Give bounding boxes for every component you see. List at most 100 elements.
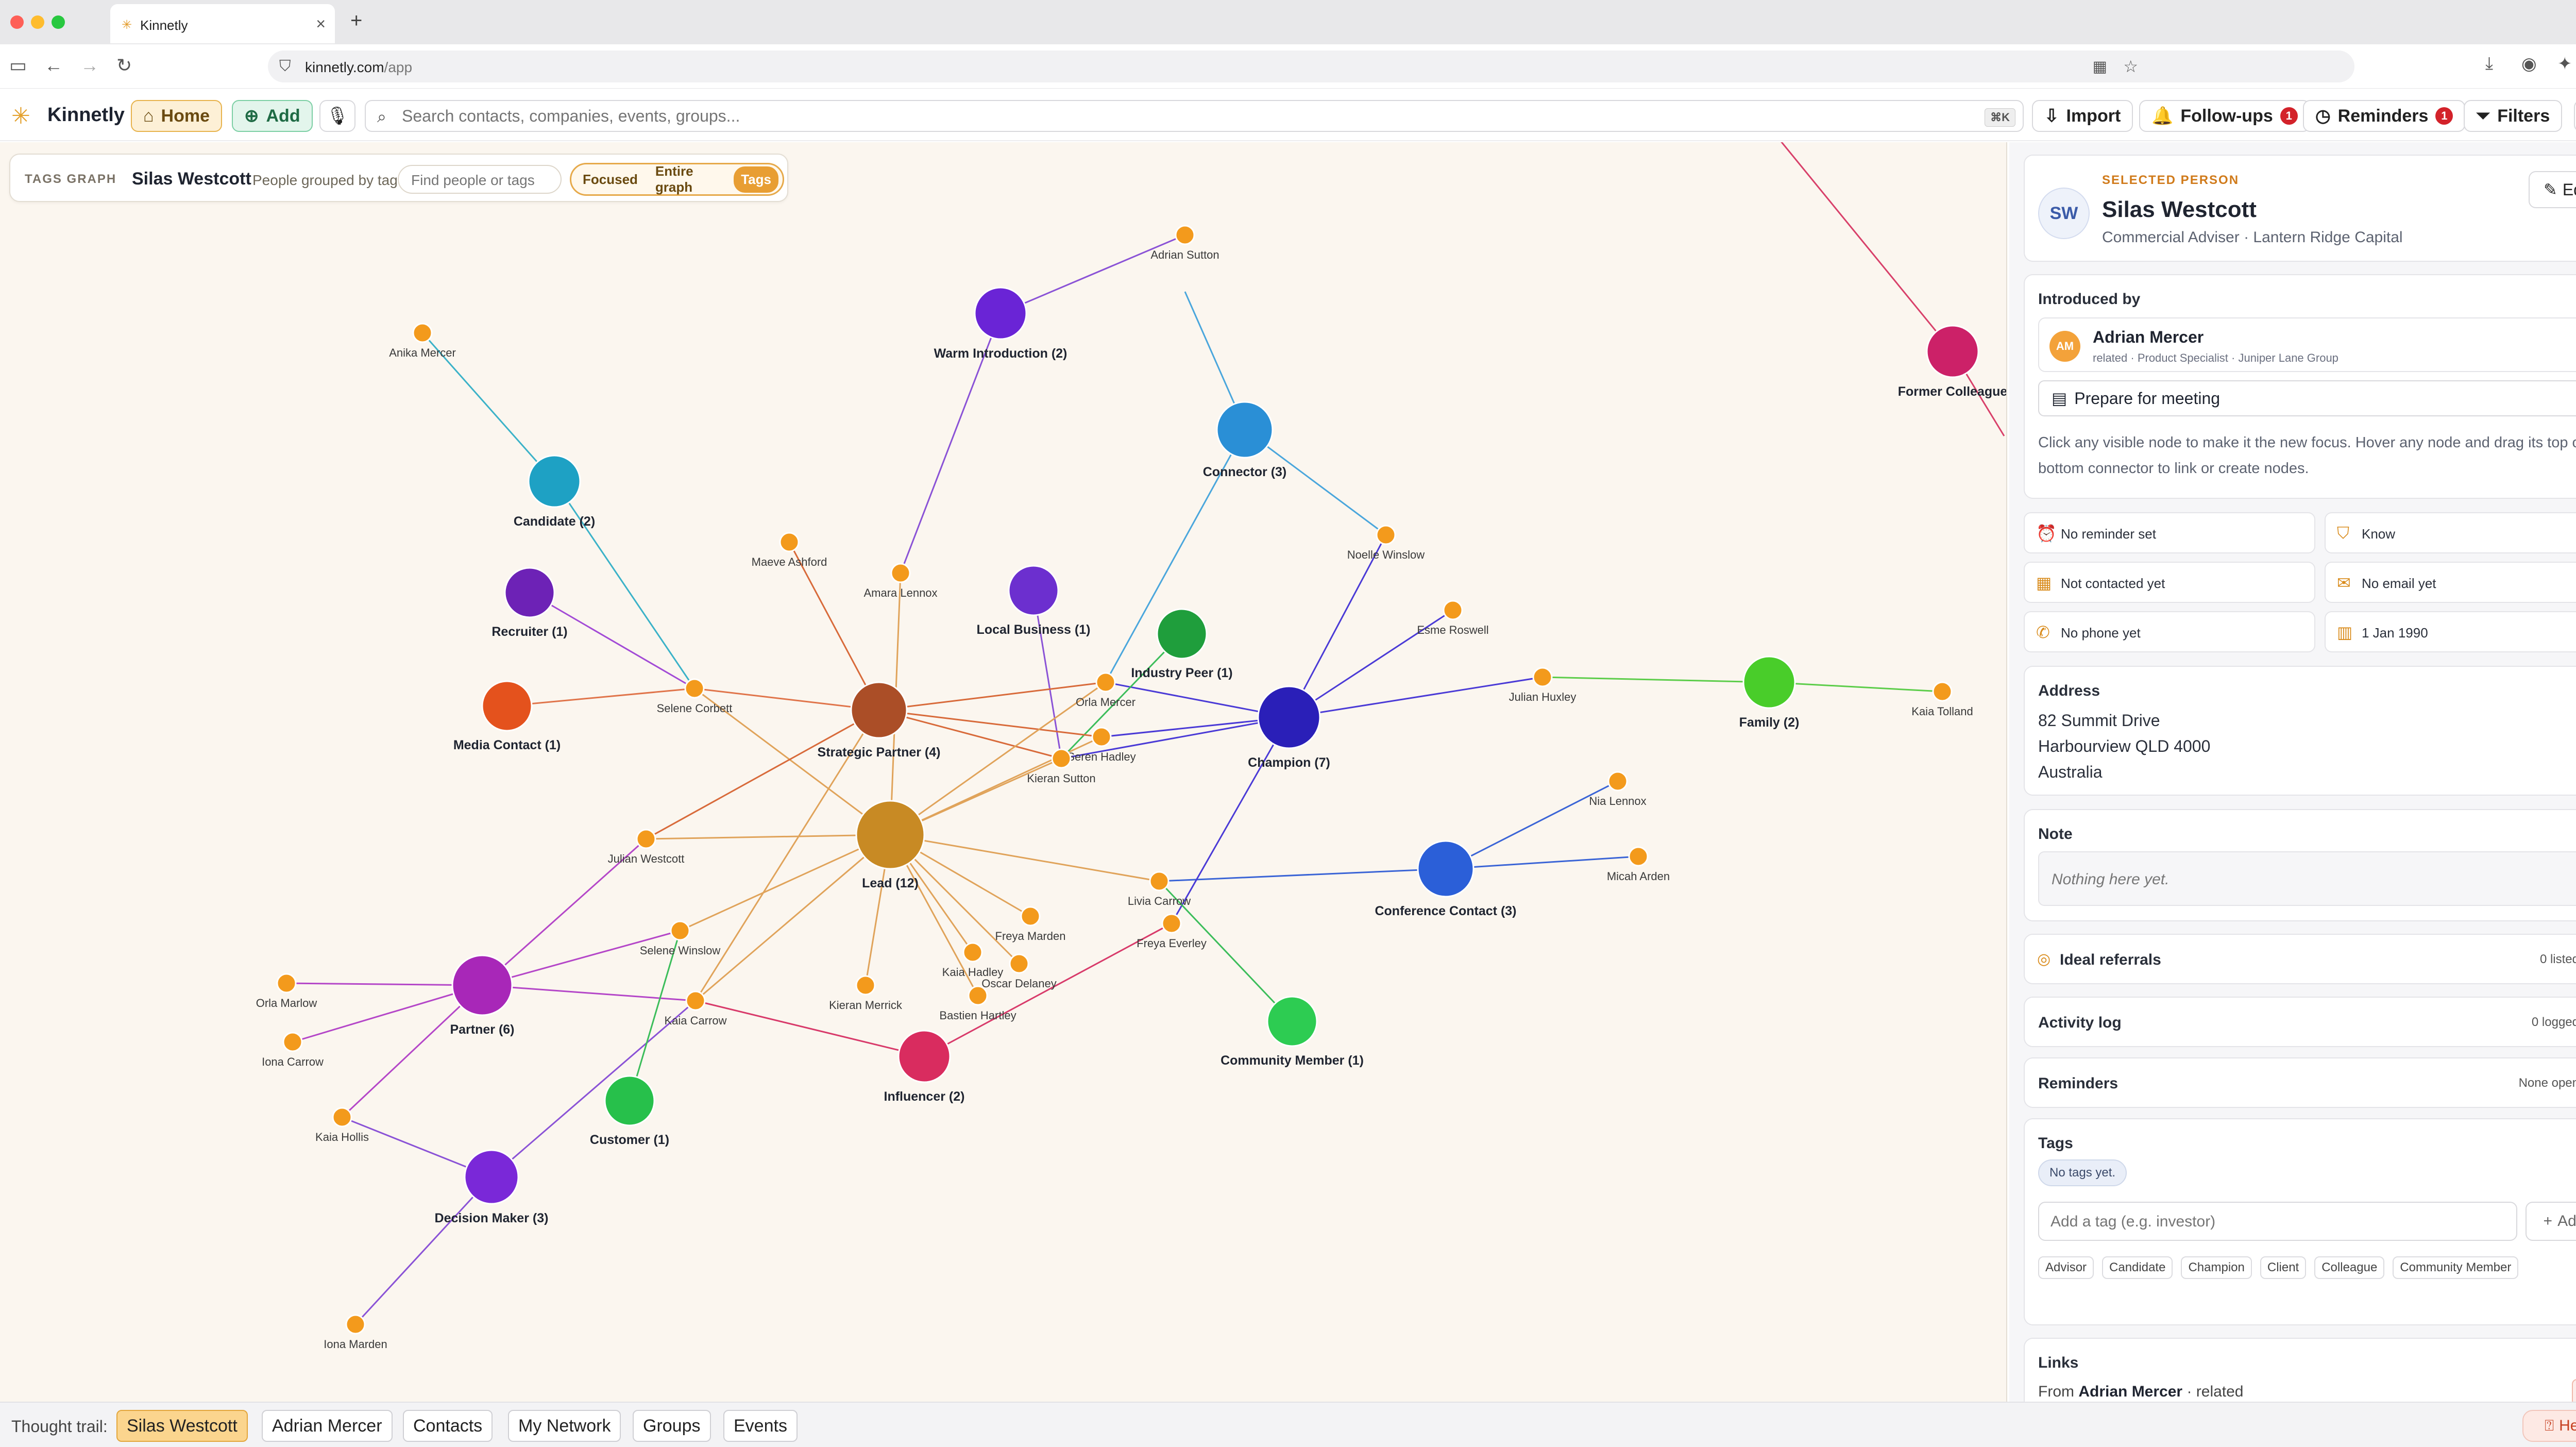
person-node-dot[interactable] [1009,953,1029,974]
birthday-status[interactable]: ▥ 1 Jan 1990 [2325,611,2576,652]
tag-node-customer[interactable]: Customer (1) [590,1075,669,1147]
account-icon[interactable]: ◉ [2521,54,2537,74]
browser-tab[interactable]: ✳ Kinnetly × [110,4,335,43]
person-node-dot[interactable] [1443,600,1463,620]
mode-focused[interactable]: Focused [575,166,645,193]
tag-node-circle[interactable] [1216,401,1274,459]
tag-node-former[interactable]: Former Colleague [1898,325,2007,399]
reload-icon[interactable]: ↻ [116,55,132,76]
person-node-dot[interactable] [684,678,705,699]
phone-status[interactable]: ✆ No phone yet [2024,611,2315,652]
tag-node-recruiter[interactable]: Recruiter (1) [492,567,568,639]
suggested-tag-chip[interactable]: Client [2260,1256,2307,1279]
reminder-status[interactable]: ⏰ No reminder set [2024,512,2315,553]
person-node-dot[interactable] [1091,727,1112,747]
person-node-dot[interactable] [1051,748,1072,769]
tag-node-family[interactable]: Family (2) [1739,655,1800,730]
followups-button[interactable]: 🔔 Follow-ups 1 [2139,100,2310,132]
ideal-referrals-section[interactable]: ◎ Ideal referrals 0 listed ⌄ [2024,934,2576,984]
trail-crumb-silas-westcott[interactable]: Silas Westcott [116,1410,248,1442]
person-node[interactable]: Iona Carrow [262,1032,324,1068]
tag-node-circle[interactable] [528,455,581,508]
introducer-card[interactable]: AM Adrian Mercer related · Product Speci… [2038,317,2576,372]
person-node[interactable]: Selene Corbett [657,678,733,715]
extensions-icon[interactable]: ✦ [2557,54,2572,74]
tag-node-circle[interactable] [974,287,1027,340]
person-node-dot[interactable] [1149,871,1170,891]
tag-node-circle[interactable] [481,680,533,732]
email-status[interactable]: ✉ No email yet [2325,562,2576,603]
sidebar-toggle-icon[interactable]: ▭ [9,55,27,76]
tag-node-circle[interactable] [1156,608,1208,660]
note-field[interactable]: Nothing here yet. [2038,851,2576,906]
person-node[interactable]: Esme Roswell [1417,600,1489,636]
new-tab-icon[interactable]: + [350,9,362,32]
tag-node-circle[interactable] [464,1149,519,1205]
activity-log-section[interactable]: Activity log 0 logged ⌄ [2024,997,2576,1047]
link-row[interactable]: From Adrian Mercer · related [2038,1383,2244,1401]
tag-nodes[interactable]: Warm Introduction (2) Candidate (2) Recrui… [435,287,2007,1225]
person-node-dot[interactable] [332,1107,352,1128]
tag-node-local[interactable]: Local Business (1) [977,565,1091,637]
tag-node-circle[interactable] [850,681,908,739]
mode-tags[interactable]: Tags [734,166,778,193]
person-node[interactable]: Maeve Ashford [752,532,827,568]
person-node[interactable]: Freya Marden [995,906,1066,943]
site-info-icon[interactable]: ⛉ [279,58,291,75]
person-node[interactable]: Iona Marden [324,1314,387,1351]
person-node-dot[interactable] [1932,681,1953,702]
tag-node-circle[interactable] [1266,996,1318,1047]
tag-node-community[interactable]: Community Member (1) [1221,996,1364,1068]
add-tag-button[interactable]: +Add [2526,1202,2576,1241]
tag-node-circle[interactable] [897,1030,951,1083]
person-node[interactable]: Nia Lennox [1589,771,1647,807]
graph-svg[interactable]: Adrian Sutton Anika Mercer Maeve Ashford Am… [0,142,2007,1402]
person-node-dot[interactable] [1607,771,1628,792]
qr-code-icon[interactable]: ▦ [2093,58,2107,76]
person-node-dot[interactable] [779,532,800,552]
trail-crumb-my-network[interactable]: My Network [508,1410,621,1442]
bookmark-star-icon[interactable]: ☆ [2123,57,2138,76]
reminders-section[interactable]: Reminders None open ⌄ [2024,1057,2576,1108]
person-node-dot[interactable] [670,920,690,941]
tag-node-circle[interactable] [1417,840,1475,898]
person-node-dot[interactable] [1020,906,1041,927]
tag-node-circle[interactable] [1008,565,1059,616]
person-node-dot[interactable] [1376,525,1396,545]
person-node[interactable]: Amara Lennox [863,563,938,599]
person-node[interactable]: Kaia Tolland [1911,681,1973,718]
tag-input-field[interactable] [2038,1202,2517,1241]
suggested-tag-chip[interactable]: Advisor [2038,1256,2094,1279]
trail-crumb-events[interactable]: Events [723,1410,798,1442]
prepare-meeting-button[interactable]: ▤ Prepare for meeting [2038,380,2576,416]
tag-node-connector[interactable]: Connector (3) [1203,401,1287,479]
person-node-dot[interactable] [1628,846,1649,867]
tag-node-circle[interactable] [504,567,555,618]
trail-crumb-contacts[interactable]: Contacts [403,1410,493,1442]
person-node-dot[interactable] [636,829,656,849]
search-input[interactable] [402,106,1937,126]
link-person[interactable]: Adrian Mercer [2078,1383,2182,1400]
person-node[interactable]: Kaia Carrow [664,990,727,1027]
person-node[interactable]: Kieran Merrick [829,975,903,1012]
unlink-button[interactable]: ⛓ [2572,1379,2576,1402]
reminders-button[interactable]: ◷ Reminders 1 [2303,100,2466,132]
person-node-dot[interactable] [855,975,876,996]
person-node-dot[interactable] [1532,667,1553,687]
person-node-dot[interactable] [276,973,297,994]
tag-input[interactable] [2050,1213,2504,1231]
contacted-status[interactable]: ▦ Not contacted yet [2024,562,2315,603]
person-node[interactable]: Anika Mercer [389,323,456,359]
home-button[interactable]: ⌂ Home [131,100,223,132]
add-button[interactable]: ⊕ Add [232,100,313,132]
import-button[interactable]: ⇩ Import [2032,100,2133,132]
person-node[interactable]: Bastien Hartley [939,985,1016,1022]
suggested-tag-chip[interactable]: Champion [2181,1256,2252,1279]
relationship-status[interactable]: ⛉ Know [2325,512,2576,553]
tag-node-conference[interactable]: Conference Contact (3) [1375,840,1517,918]
suggested-tag-chip[interactable]: Community Member [2393,1256,2519,1279]
minimize-window-button[interactable] [31,15,44,29]
tag-node-circle[interactable] [1257,685,1321,749]
tag-node-circle[interactable] [1742,655,1796,709]
trail-crumb-groups[interactable]: Groups [633,1410,711,1442]
